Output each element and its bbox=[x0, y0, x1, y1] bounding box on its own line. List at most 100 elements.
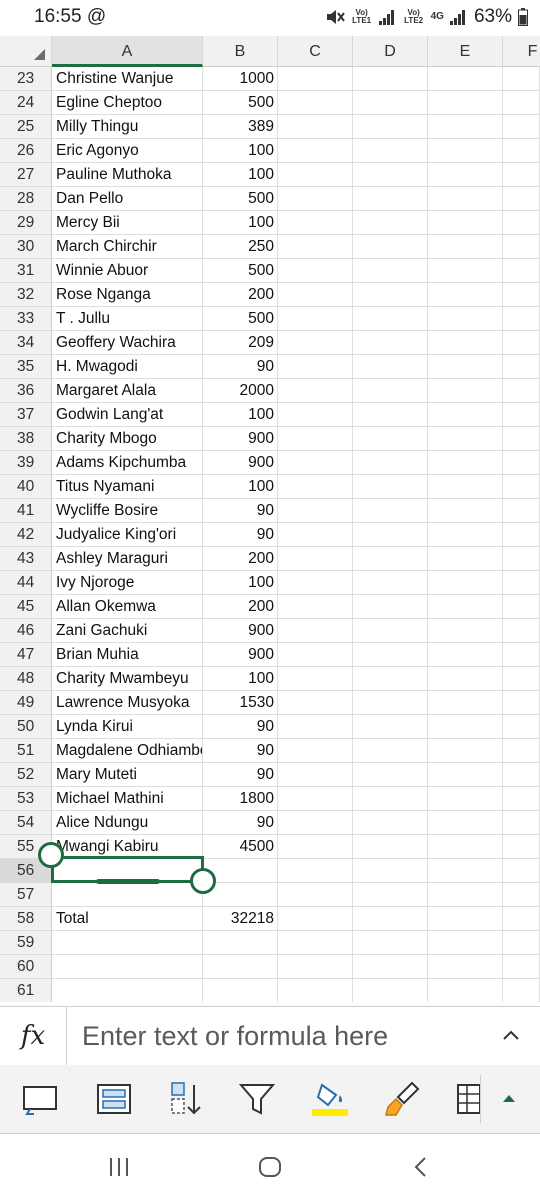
cell-f[interactable] bbox=[503, 307, 540, 331]
selection-drag-bar[interactable] bbox=[96, 879, 160, 884]
column-header-f[interactable]: F bbox=[503, 36, 540, 67]
cell-e[interactable] bbox=[428, 643, 503, 667]
cell-a[interactable]: Eric Agonyo bbox=[52, 139, 203, 163]
row-number[interactable]: 34 bbox=[0, 331, 52, 355]
cell-b[interactable]: 90 bbox=[203, 763, 278, 787]
cell-c[interactable] bbox=[278, 787, 353, 811]
cell-a[interactable]: Charity Mwambeyu bbox=[52, 667, 203, 691]
cell-b[interactable]: 900 bbox=[203, 451, 278, 475]
cell-f[interactable] bbox=[503, 811, 540, 835]
cell-d[interactable] bbox=[353, 955, 428, 979]
cell-f[interactable] bbox=[503, 259, 540, 283]
cell-a[interactable]: Rose Nganga bbox=[52, 283, 203, 307]
row-number[interactable]: 36 bbox=[0, 379, 52, 403]
cell-c[interactable] bbox=[278, 835, 353, 859]
cell-c[interactable] bbox=[278, 739, 353, 763]
cell-a[interactable]: March Chirchir bbox=[52, 235, 203, 259]
column-header-e[interactable]: E bbox=[428, 36, 503, 67]
cell-e[interactable] bbox=[428, 955, 503, 979]
cell-a[interactable] bbox=[52, 931, 203, 955]
row-number[interactable]: 38 bbox=[0, 427, 52, 451]
row-number[interactable]: 45 bbox=[0, 595, 52, 619]
cell-b[interactable]: 250 bbox=[203, 235, 278, 259]
filter-icon[interactable] bbox=[237, 1079, 277, 1119]
cell-c[interactable] bbox=[278, 523, 353, 547]
cell-e[interactable] bbox=[428, 859, 503, 883]
row-number[interactable]: 41 bbox=[0, 499, 52, 523]
cell-a[interactable]: Ivy Njoroge bbox=[52, 571, 203, 595]
cell-d[interactable] bbox=[353, 715, 428, 739]
row-number[interactable]: 44 bbox=[0, 571, 52, 595]
cell-b[interactable]: 100 bbox=[203, 475, 278, 499]
cell-d[interactable] bbox=[353, 235, 428, 259]
cell-f[interactable] bbox=[503, 907, 540, 931]
cell-c[interactable] bbox=[278, 403, 353, 427]
cell-f[interactable] bbox=[503, 499, 540, 523]
cell-c[interactable] bbox=[278, 91, 353, 115]
cell-a[interactable]: Brian Muhia bbox=[52, 643, 203, 667]
cell-d[interactable] bbox=[353, 283, 428, 307]
cell-b[interactable]: 1800 bbox=[203, 787, 278, 811]
cell-b[interactable]: 90 bbox=[203, 499, 278, 523]
row-number[interactable]: 32 bbox=[0, 283, 52, 307]
cell-b[interactable]: 209 bbox=[203, 331, 278, 355]
cell-e[interactable] bbox=[428, 403, 503, 427]
row-number[interactable]: 39 bbox=[0, 451, 52, 475]
cell-f[interactable] bbox=[503, 883, 540, 907]
cell-f[interactable] bbox=[503, 91, 540, 115]
cell-a[interactable]: Ashley Maraguri bbox=[52, 547, 203, 571]
cell-c[interactable] bbox=[278, 595, 353, 619]
cell-a[interactable]: Pauline Muthoka bbox=[52, 163, 203, 187]
cell-e[interactable] bbox=[428, 739, 503, 763]
home-icon[interactable] bbox=[257, 1155, 283, 1179]
cell-a[interactable]: Dan Pello bbox=[52, 187, 203, 211]
cell-c[interactable] bbox=[278, 619, 353, 643]
cell-e[interactable] bbox=[428, 667, 503, 691]
cell-c[interactable] bbox=[278, 139, 353, 163]
cell-d[interactable] bbox=[353, 259, 428, 283]
row-number[interactable]: 24 bbox=[0, 91, 52, 115]
cell-f[interactable] bbox=[503, 211, 540, 235]
expand-up-icon[interactable] bbox=[490, 1079, 528, 1119]
cell-e[interactable] bbox=[428, 979, 503, 1002]
cell-c[interactable] bbox=[278, 547, 353, 571]
cell-d[interactable] bbox=[353, 403, 428, 427]
row-number[interactable]: 53 bbox=[0, 787, 52, 811]
row-number[interactable]: 33 bbox=[0, 307, 52, 331]
cell-a[interactable]: Wycliffe Bosire bbox=[52, 499, 203, 523]
row-number[interactable]: 25 bbox=[0, 115, 52, 139]
cell-d[interactable] bbox=[353, 379, 428, 403]
row-number[interactable]: 27 bbox=[0, 163, 52, 187]
cell-e[interactable] bbox=[428, 571, 503, 595]
fx-label[interactable]: fx bbox=[0, 1007, 67, 1065]
cell-c[interactable] bbox=[278, 187, 353, 211]
cell-c[interactable] bbox=[278, 979, 353, 1002]
cell-b[interactable]: 900 bbox=[203, 619, 278, 643]
cell-c[interactable] bbox=[278, 763, 353, 787]
row-number[interactable]: 26 bbox=[0, 139, 52, 163]
cell-e[interactable] bbox=[428, 259, 503, 283]
cell-b[interactable] bbox=[203, 979, 278, 1002]
spreadsheet-grid[interactable]: A B C D E F 23 Christine Wanjue 1000 24 Egli… bbox=[0, 36, 540, 1002]
cell-a[interactable]: T . Jullu bbox=[52, 307, 203, 331]
cell-a[interactable]: Lynda Kirui bbox=[52, 715, 203, 739]
cell-c[interactable] bbox=[278, 811, 353, 835]
cell-f[interactable] bbox=[503, 547, 540, 571]
row-number[interactable]: 37 bbox=[0, 403, 52, 427]
row-number[interactable]: 23 bbox=[0, 67, 52, 91]
cell-c[interactable] bbox=[278, 475, 353, 499]
cell-d[interactable] bbox=[353, 523, 428, 547]
cell-b[interactable]: 90 bbox=[203, 739, 278, 763]
sort-icon[interactable] bbox=[166, 1079, 206, 1119]
cell-a[interactable] bbox=[52, 955, 203, 979]
cell-b[interactable]: 900 bbox=[203, 427, 278, 451]
cell-f[interactable] bbox=[503, 139, 540, 163]
cell-d[interactable] bbox=[353, 499, 428, 523]
row-number[interactable]: 57 bbox=[0, 883, 52, 907]
row-number[interactable]: 28 bbox=[0, 187, 52, 211]
cell-b[interactable]: 389 bbox=[203, 115, 278, 139]
row-number[interactable]: 58 bbox=[0, 907, 52, 931]
cell-c[interactable] bbox=[278, 571, 353, 595]
cell-a[interactable]: Alice Ndungu bbox=[52, 811, 203, 835]
cell-c[interactable] bbox=[278, 379, 353, 403]
